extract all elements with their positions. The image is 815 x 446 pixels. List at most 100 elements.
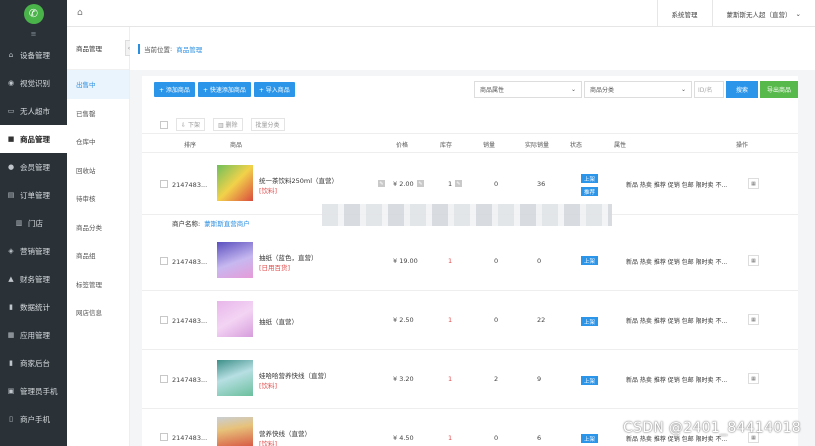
- row-checkbox[interactable]: [160, 433, 168, 441]
- subnav-item-tags[interactable]: 标签管理: [67, 270, 129, 299]
- qrcode-icon[interactable]: ▦: [748, 314, 759, 325]
- product-name[interactable]: 抽纸（直营）: [259, 316, 298, 326]
- header-stock[interactable]: 库存: [440, 140, 452, 149]
- sidebar-item-vision[interactable]: ◉ 视觉识别: [0, 69, 67, 97]
- breadcrumb-current[interactable]: 商品管理: [176, 44, 202, 54]
- row-checkbox[interactable]: [160, 180, 168, 188]
- eye-icon: ◉: [7, 79, 15, 87]
- sidebar-item-label: 会员管理: [20, 162, 50, 172]
- product-name[interactable]: 统一茶饮料250ml（直营）: [259, 175, 338, 185]
- bulk-delete-button[interactable]: ▥ 删除: [212, 118, 243, 131]
- status-badge[interactable]: 上架: [581, 317, 599, 326]
- quick-add-product-button[interactable]: + 快速添加商品: [197, 82, 251, 97]
- sidebar-item-finance[interactable]: ▲ 财务管理: [0, 265, 67, 293]
- select-all-checkbox[interactable]: [160, 120, 168, 129]
- edit-stock-pencil-icon[interactable]: ✎: [455, 180, 462, 187]
- header-sales[interactable]: 销量: [483, 140, 495, 149]
- subnav-item-category[interactable]: 商品分类: [67, 213, 129, 242]
- product-name[interactable]: 娃哈哈营养快线（直营）: [259, 370, 331, 380]
- row-checkbox[interactable]: [160, 316, 168, 324]
- header-status: 状态: [570, 142, 583, 149]
- row-checkbox[interactable]: [160, 257, 168, 265]
- sidebar-item-admin-mobile[interactable]: ▣ 管理员手机: [0, 377, 67, 405]
- sidebar-item-marketing[interactable]: ◈ 营销管理: [0, 237, 67, 265]
- product-real-sales: 9: [537, 375, 542, 383]
- category-select[interactable]: 商品分类 ⌄: [584, 81, 692, 98]
- subnav-title: 商品管理: [67, 27, 129, 70]
- user-name: 蒙斯斯无人超（直营）: [726, 10, 792, 19]
- product-id: 2147483...: [172, 317, 208, 325]
- recommend-badge[interactable]: 推荐: [581, 187, 599, 196]
- status-badge[interactable]: 上架: [581, 256, 599, 265]
- status-badge[interactable]: 上架: [581, 174, 599, 183]
- home-icon[interactable]: ⌂: [77, 8, 83, 18]
- sidebar-item-apps[interactable]: ▦ 应用管理: [0, 321, 67, 349]
- export-products-button[interactable]: 导出商品: [760, 81, 798, 98]
- user-menu[interactable]: 蒙斯斯无人超（直营） ⌄: [711, 0, 815, 27]
- sidebar-item-device[interactable]: ⌂ 设备管理: [0, 41, 67, 69]
- qrcode-icon[interactable]: ▦: [748, 255, 759, 266]
- stats-icon: ▮: [9, 303, 13, 311]
- trash-icon: ▥: [217, 122, 226, 129]
- header-price[interactable]: 价格: [396, 140, 408, 149]
- header-operations: 操作: [736, 142, 749, 149]
- product-price: ¥ 4.50: [393, 434, 414, 442]
- merchant-label: 商户名称:: [172, 220, 201, 228]
- product-image: [217, 417, 253, 446]
- qrcode-icon[interactable]: ▦: [748, 178, 759, 189]
- sidebar-item-label: 数据统计: [20, 302, 50, 312]
- status-badge[interactable]: 上架: [581, 434, 599, 443]
- search-button[interactable]: 搜索: [726, 81, 758, 98]
- attribute-select[interactable]: 商品属性 ⌄: [474, 81, 582, 98]
- subnav-item-on-sale[interactable]: 出售中: [67, 70, 129, 99]
- subnav-item-pending-review[interactable]: 待审核: [67, 184, 129, 213]
- row-checkbox[interactable]: [160, 375, 168, 383]
- bulk-down-button[interactable]: ⇩ 下架: [176, 118, 205, 131]
- subnav-item-group[interactable]: 商品组: [67, 241, 129, 270]
- product-stock: 1: [448, 257, 453, 265]
- product-sales: 0: [494, 257, 499, 265]
- product-image: [217, 301, 253, 337]
- breadcrumb: 当前位置: 商品管理: [130, 27, 815, 70]
- status-badge[interactable]: 上架: [581, 376, 599, 385]
- merchant-name[interactable]: 蒙斯斯直营商户: [204, 218, 250, 228]
- edit-price-pencil-icon[interactable]: ✎: [417, 180, 424, 187]
- breadcrumb-prefix: 当前位置: [144, 45, 170, 54]
- bulk-category-button[interactable]: 批量分类: [250, 118, 285, 131]
- sidebar-item-merchant-backend[interactable]: ▮ 商家后台: [0, 349, 67, 377]
- finance-icon: ▲: [8, 275, 14, 283]
- sidebar-item-unmanned-store[interactable]: ▭ 无人超市: [0, 97, 67, 125]
- product-name[interactable]: 营养快线（直营）: [259, 428, 311, 438]
- system-management-link[interactable]: 系统管理: [656, 0, 712, 27]
- id-name-search-input[interactable]: ID/名: [694, 81, 724, 98]
- wechat-icon: ✆: [23, 3, 44, 24]
- sidebar-item-label: 视觉识别: [20, 78, 50, 88]
- header-real-sales[interactable]: 实际销量: [525, 140, 549, 149]
- import-product-button[interactable]: + 导入商品: [253, 82, 295, 97]
- subnav-item-recycle[interactable]: 回收站: [67, 156, 129, 185]
- product-category-tag: [日用百货]: [259, 264, 291, 272]
- subnav-item-warehouse[interactable]: 仓库中: [67, 127, 129, 156]
- product-category-tag: [饮料]: [259, 382, 278, 390]
- subnav-item-shop-info[interactable]: 网店信息: [67, 298, 129, 327]
- product-name[interactable]: 抽纸（蓝色，直营）: [259, 252, 318, 262]
- qrcode-icon[interactable]: ▦: [748, 373, 759, 384]
- sidebar-item-stores[interactable]: ▥ 门店: [0, 209, 67, 237]
- header-attributes: 属性: [614, 142, 627, 149]
- sidebar-item-statistics[interactable]: ▮ 数据统计: [0, 293, 67, 321]
- header-sort[interactable]: 排序: [184, 140, 196, 149]
- sidebar-item-members[interactable]: ● 会员管理: [0, 153, 67, 181]
- product-stock: 1: [448, 375, 453, 383]
- add-product-button[interactable]: + 添加商品: [154, 82, 195, 97]
- menu-collapse-icon[interactable]: ≡: [0, 27, 67, 41]
- sidebar-item-label: 管理员手机: [20, 386, 58, 396]
- product-id: 2147483...: [172, 258, 208, 266]
- product-real-sales: 0: [537, 257, 542, 265]
- edit-price-pencil-icon[interactable]: ✎: [378, 180, 385, 187]
- sidebar-item-orders[interactable]: ▤ 订单管理: [0, 181, 67, 209]
- product-stock: 1: [448, 180, 453, 188]
- sidebar-item-products[interactable]: ■ 商品管理: [0, 125, 67, 153]
- product-icon: ■: [7, 135, 15, 143]
- sidebar-item-merchant-mobile[interactable]: ▯ 商户手机: [0, 405, 67, 433]
- subnav-item-sold-out[interactable]: 已售罄: [67, 99, 129, 128]
